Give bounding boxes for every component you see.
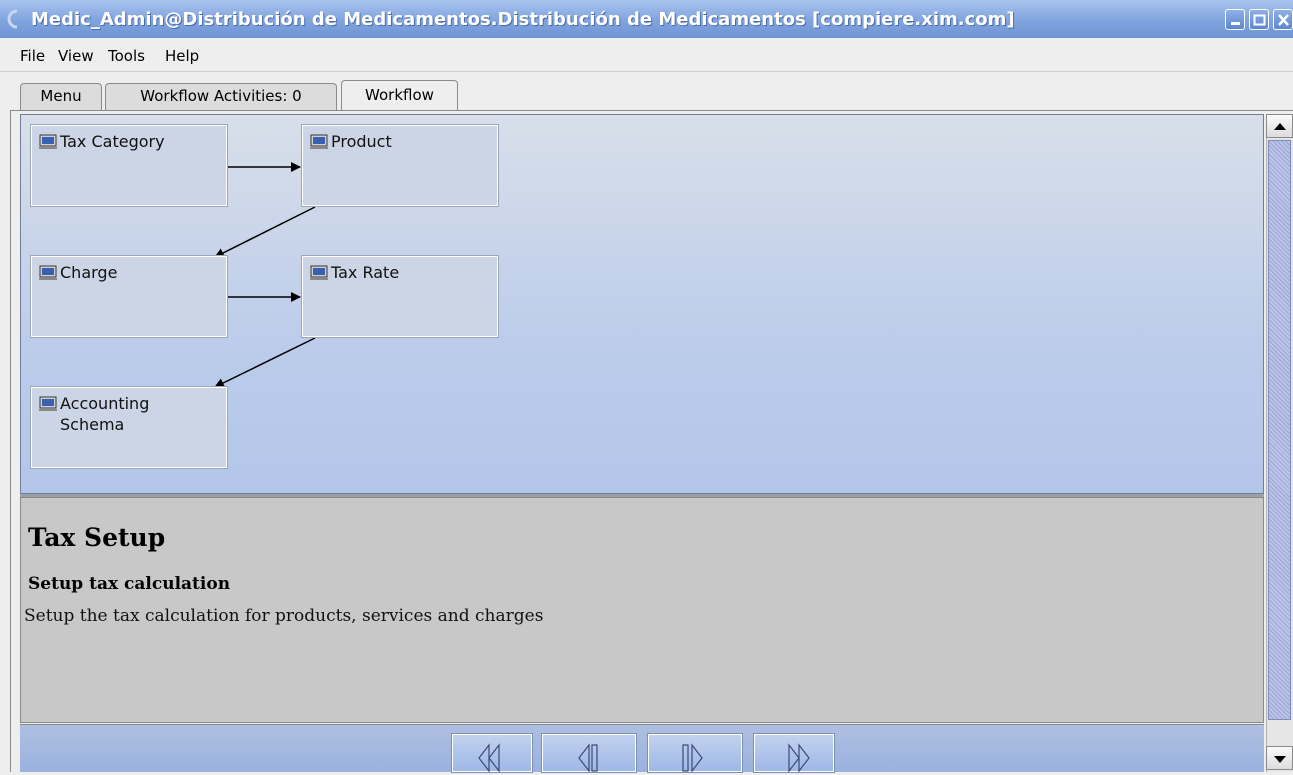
- window-icon: [310, 265, 328, 280]
- last-icon: [788, 743, 810, 773]
- workflow-node-charge[interactable]: Charge: [30, 255, 228, 338]
- workflow-node-product[interactable]: Product: [301, 124, 499, 207]
- arrow-down-icon: [1274, 756, 1286, 763]
- first-icon: [478, 743, 500, 773]
- window-icon: [39, 134, 57, 149]
- workflow-node-tax-category[interactable]: Tax Category: [30, 124, 228, 207]
- workflow-node-tax-rate[interactable]: Tax Rate: [301, 255, 499, 338]
- menu-file[interactable]: File: [20, 47, 45, 65]
- scroll-down-button[interactable]: [1266, 746, 1293, 770]
- minimize-button[interactable]: [1225, 9, 1245, 30]
- arrow-up-icon: [1274, 123, 1286, 130]
- tab-menu[interactable]: Menu: [20, 83, 102, 110]
- next-icon: [682, 743, 703, 773]
- node-label: Product: [331, 132, 392, 151]
- first-button[interactable]: [451, 733, 533, 773]
- workflow-node-accounting-schema[interactable]: Accounting Schema: [30, 386, 228, 469]
- node-label: Tax Category: [60, 132, 165, 151]
- node-label: Tax Rate: [331, 263, 400, 282]
- maximize-icon: [1253, 14, 1266, 26]
- menu-help[interactable]: Help: [165, 47, 199, 65]
- last-button[interactable]: [753, 733, 835, 773]
- scroll-up-button[interactable]: [1266, 114, 1293, 138]
- tab-workflow[interactable]: Workflow: [341, 80, 458, 111]
- window-icon: [310, 134, 328, 149]
- window-title: Medic_Admin@Distribución de Medicamentos…: [31, 9, 1015, 30]
- menu-view[interactable]: View: [58, 47, 94, 65]
- menu-tools[interactable]: Tools: [108, 47, 145, 65]
- previous-button[interactable]: [541, 733, 637, 773]
- next-button[interactable]: [647, 733, 743, 773]
- window-icon: [39, 265, 57, 280]
- workflow-help: Setup the tax calculation for products, …: [24, 606, 544, 626]
- app-logo-icon: [7, 9, 18, 29]
- workflow-navigation-bar: [20, 724, 1264, 772]
- menu-bar: File View Tools Help: [0, 38, 1293, 72]
- previous-icon: [578, 743, 598, 773]
- workflow-diagram-pane: Tax Category Product Charge Tax Rate Acc…: [20, 114, 1264, 494]
- node-label: Accounting Schema: [60, 394, 150, 434]
- window-title-bar: Medic_Admin@Distribución de Medicamentos…: [0, 0, 1293, 38]
- minimize-icon: [1231, 22, 1240, 25]
- close-icon: [1278, 14, 1289, 26]
- tab-workflow-activities[interactable]: Workflow Activities: 0: [105, 83, 337, 110]
- workflow-title: Tax Setup: [28, 523, 166, 552]
- transition-product-to-charge: [214, 206, 316, 258]
- close-button[interactable]: [1273, 9, 1293, 30]
- maximize-button[interactable]: [1249, 9, 1269, 30]
- workflow-description: Setup tax calculation: [28, 574, 231, 594]
- workflow-description-pane: Tax Setup Setup tax calculation Setup th…: [20, 497, 1264, 723]
- scrollbar-thumb[interactable]: [1268, 140, 1291, 720]
- transition-tax-rate-to-accounting-schema: [214, 337, 316, 388]
- node-label: Charge: [60, 263, 118, 282]
- window-icon: [39, 396, 57, 411]
